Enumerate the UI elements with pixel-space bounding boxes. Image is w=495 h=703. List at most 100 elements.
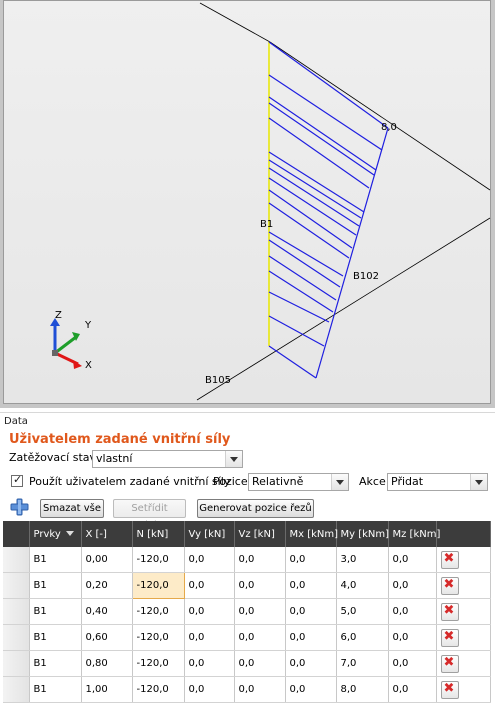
table-row[interactable]: B1 0,80 -120,0 0,0 0,0 0,0 7,0 0,0 [3, 650, 491, 677]
node-label: B102 [353, 271, 379, 282]
cell[interactable]: 0,0 [184, 624, 235, 651]
sort-positions-button[interactable]: Setřídit polohy [113, 499, 186, 531]
row-header[interactable] [3, 624, 30, 651]
cell[interactable]: 0,0 [285, 572, 337, 599]
column-header[interactable]: X [-] [81, 521, 133, 547]
add-row-icon[interactable] [10, 498, 29, 516]
generate-sections-button[interactable]: Generovat pozice řezů [197, 499, 314, 518]
cell[interactable]: 0,0 [184, 676, 235, 703]
delete-row-icon[interactable] [440, 602, 459, 621]
filter-icon[interactable] [65, 531, 74, 536]
column-header[interactable]: My [kNm] [336, 521, 389, 547]
forces-table[interactable]: Prvky X [-] N [kN] Vy [kN] Vz [kN] Mx [k… [3, 521, 491, 703]
cell[interactable]: -120,0 [132, 676, 185, 703]
cell[interactable]: 0,0 [184, 572, 235, 599]
row-header[interactable] [3, 598, 30, 625]
load-case-select[interactable]: vlastní [92, 450, 243, 468]
moment-diagram[interactable] [268, 41, 389, 379]
cell[interactable]: 0,0 [285, 547, 337, 573]
cell[interactable]: 0,0 [388, 572, 437, 599]
delete-row-icon[interactable] [440, 628, 459, 647]
delete-row-icon[interactable] [440, 550, 459, 569]
chevron-down-icon[interactable] [470, 474, 487, 490]
cell[interactable]: 0,0 [388, 676, 437, 703]
cell[interactable]: 0,0 [234, 624, 286, 651]
cell[interactable]: 0,0 [184, 650, 235, 677]
panel-caption: Data [4, 416, 28, 427]
construction-line [196, 217, 491, 401]
delete-row-icon[interactable] [440, 680, 459, 699]
cell[interactable]: 0,0 [285, 598, 337, 625]
cell-editing[interactable]: -120,0 [131, 572, 185, 599]
cell[interactable]: 1,00 [81, 676, 133, 703]
delete-all-button[interactable]: Smazat vše [40, 499, 104, 518]
cell[interactable]: 0,0 [234, 547, 286, 573]
cell[interactable]: B1 [29, 676, 82, 703]
row-header[interactable] [3, 572, 30, 599]
cell[interactable]: 0,80 [81, 650, 133, 677]
node-label: B105 [205, 375, 231, 386]
cell[interactable]: -120,0 [132, 650, 185, 677]
action-select[interactable]: Přidat [387, 473, 488, 491]
cell[interactable]: B1 [29, 547, 82, 573]
column-header[interactable]: Vz [kN] [234, 521, 286, 547]
cell[interactable]: 0,0 [388, 598, 437, 625]
3d-scene[interactable]: 8,0 B1 B102 B105 Z Y X [0, 0, 495, 408]
delete-column-header [436, 521, 491, 547]
cell[interactable]: 0,0 [388, 547, 437, 573]
column-header[interactable]: Prvky [29, 521, 82, 547]
position-select[interactable]: Relativně [248, 473, 349, 491]
table-row[interactable]: B1 0,00 -120,0 0,0 0,0 0,0 3,0 0,0 [3, 547, 491, 573]
cell[interactable]: 0,20 [81, 572, 133, 599]
table-row[interactable]: B1 1,00 -120,0 0,0 0,0 0,0 8,0 0,0 [3, 676, 491, 703]
cell[interactable]: 0,0 [388, 650, 437, 677]
delete-row-icon[interactable] [440, 576, 459, 595]
table-header: Prvky X [-] N [kN] Vy [kN] Vz [kN] Mx [k… [3, 521, 491, 547]
delete-row-icon[interactable] [440, 654, 459, 673]
cell[interactable]: 7,0 [336, 650, 389, 677]
axis-triad-icon [50, 318, 82, 369]
cell[interactable]: 6,0 [336, 624, 389, 651]
column-header[interactable]: N [kN] [132, 521, 185, 547]
column-header[interactable]: Mz [kNm] [388, 521, 440, 547]
chevron-down-icon[interactable] [225, 451, 242, 467]
cell[interactable]: 3,0 [336, 547, 389, 573]
cell[interactable]: 0,0 [184, 598, 235, 625]
cell[interactable]: B1 [29, 598, 82, 625]
action-label: Akce [359, 475, 386, 488]
chevron-down-icon[interactable] [331, 474, 348, 490]
cell[interactable]: 0,00 [81, 547, 133, 573]
table-row[interactable]: B1 0,20 -120,0 0,0 0,0 0,0 4,0 0,0 [3, 572, 491, 599]
table-row[interactable]: B1 0,40 -120,0 0,0 0,0 0,0 5,0 0,0 [3, 598, 491, 625]
cell[interactable]: 5,0 [336, 598, 389, 625]
cell[interactable]: -120,0 [132, 624, 185, 651]
axis-label-z: Z [55, 310, 62, 321]
cell[interactable]: B1 [29, 650, 82, 677]
cell[interactable]: 0,40 [81, 598, 133, 625]
table-row[interactable]: B1 0,60 -120,0 0,0 0,0 0,0 6,0 0,0 [3, 624, 491, 651]
cell[interactable]: 0,0 [234, 598, 286, 625]
cell[interactable]: B1 [29, 572, 82, 599]
cell[interactable]: B1 [29, 624, 82, 651]
cell[interactable]: 0,0 [234, 676, 286, 703]
cell[interactable]: 8,0 [336, 676, 389, 703]
cell[interactable]: -120,0 [132, 547, 185, 573]
cell[interactable]: 0,60 [81, 624, 133, 651]
column-header[interactable]: Vy [kN] [184, 521, 235, 547]
cell[interactable]: 0,0 [234, 572, 286, 599]
cell[interactable]: 0,0 [234, 650, 286, 677]
cell[interactable]: 0,0 [388, 624, 437, 651]
use-forces-checkbox[interactable] [11, 473, 23, 487]
load-case-value: vlastní [96, 452, 133, 465]
cell[interactable]: -120,0 [132, 598, 185, 625]
row-header[interactable] [3, 676, 30, 703]
cell[interactable]: 4,0 [336, 572, 389, 599]
action-value: Přidat [391, 475, 424, 488]
row-header[interactable] [3, 547, 30, 573]
cell[interactable]: 0,0 [285, 624, 337, 651]
cell[interactable]: 0,0 [184, 547, 235, 573]
cell[interactable]: 0,0 [285, 650, 337, 677]
cell[interactable]: 0,0 [285, 676, 337, 703]
column-header[interactable]: Mx [kNm] [285, 521, 338, 547]
row-header[interactable] [3, 650, 30, 677]
